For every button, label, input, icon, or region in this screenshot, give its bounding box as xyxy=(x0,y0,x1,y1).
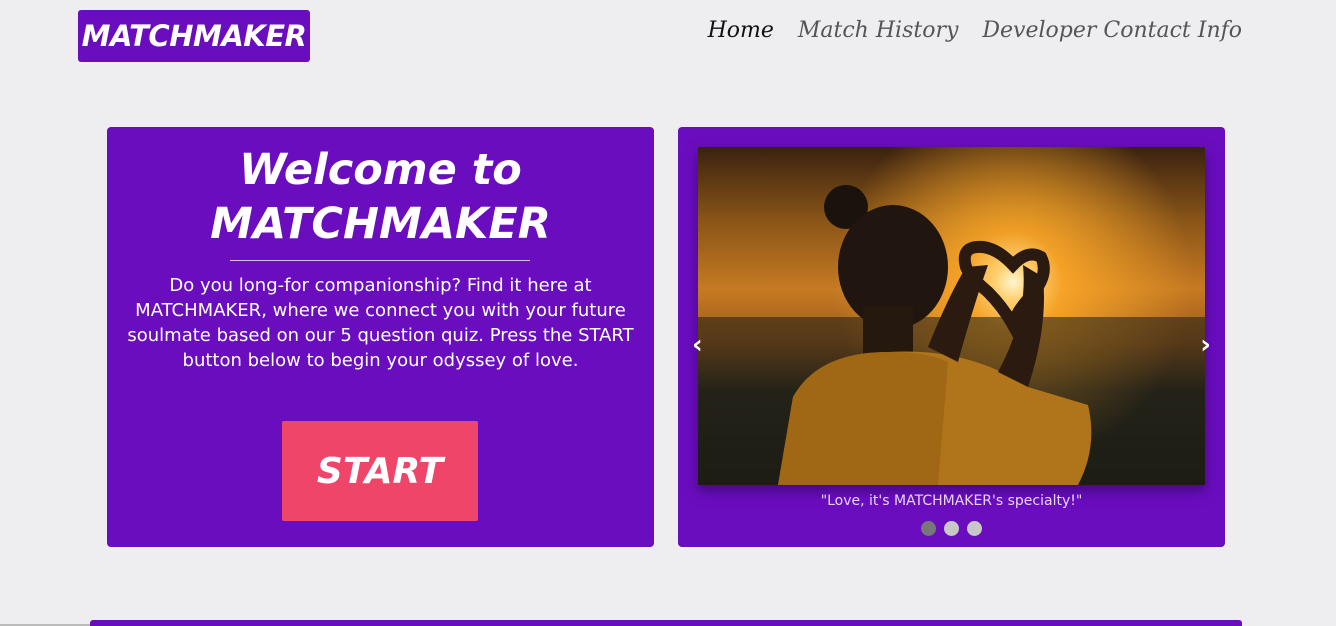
main-nav: Home Match History Developer Contact Inf… xyxy=(708,18,1242,43)
next-section-bar xyxy=(90,620,1242,626)
logo[interactable]: MATCHMAKER xyxy=(78,10,310,62)
welcome-title-line2: MATCHMAKER xyxy=(210,199,551,249)
nav-match-history[interactable]: Match History xyxy=(798,18,959,43)
start-button[interactable]: START xyxy=(282,421,478,521)
carousel-prev-arrow[interactable]: ‹ xyxy=(692,332,703,358)
welcome-card: Welcome to MATCHMAKER Do you long-for co… xyxy=(107,127,654,547)
carousel-indicator-2[interactable] xyxy=(944,521,959,536)
nav-home[interactable]: Home xyxy=(708,18,774,43)
carousel-indicators xyxy=(678,521,1225,536)
carousel-photo xyxy=(698,147,1205,485)
silhouette-illustration xyxy=(698,185,1205,485)
welcome-title-line1: Welcome to xyxy=(239,145,522,195)
carousel-indicator-1[interactable] xyxy=(921,521,936,536)
carousel-next-arrow[interactable]: › xyxy=(1200,332,1211,358)
nav-developer-contact[interactable]: Developer Contact Info xyxy=(982,18,1242,43)
welcome-title: Welcome to MATCHMAKER xyxy=(107,143,654,251)
intro-text: Do you long-for companionship? Find it h… xyxy=(127,275,634,371)
image-carousel: ‹ › "Love, it's MATCHMAKER's specialty!" xyxy=(678,127,1225,547)
carousel-caption: "Love, it's MATCHMAKER's specialty!" xyxy=(820,493,1083,509)
title-divider xyxy=(230,260,530,261)
carousel-indicator-3[interactable] xyxy=(967,521,982,536)
